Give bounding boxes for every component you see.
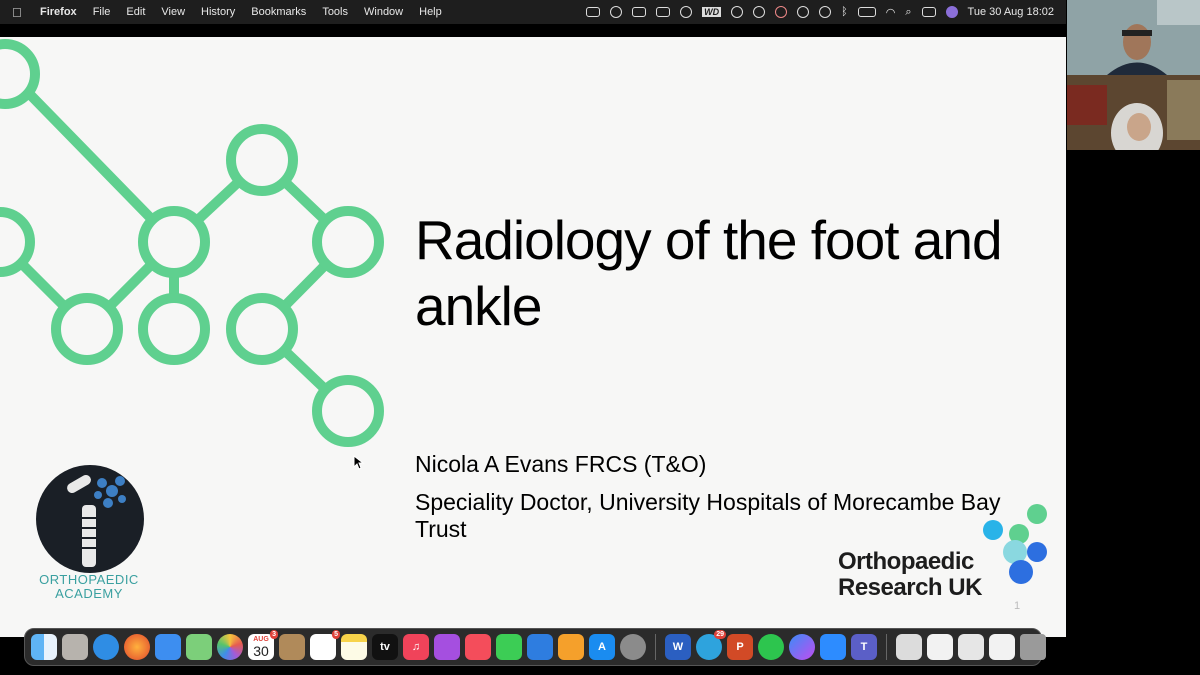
slide-author: Nicola A Evans FRCS (T&O) — [415, 451, 707, 477]
airdrop-icon[interactable] — [797, 6, 810, 18]
reminders-icon[interactable]: 5 — [310, 630, 340, 660]
menu-help[interactable]: Help — [411, 6, 450, 18]
music-icon[interactable]: ♫ — [403, 634, 429, 660]
network-node — [138, 206, 210, 278]
network-node — [51, 293, 123, 365]
dock-separator — [655, 634, 656, 660]
trash-icon[interactable] — [1020, 634, 1046, 660]
network-node — [312, 206, 384, 278]
spine-tree-icon — [67, 475, 126, 567]
menu-bar:  Firefox File Edit View History Bookmar… — [0, 0, 1066, 24]
teams-icon[interactable]: T — [851, 634, 877, 660]
menu-tools[interactable]: Tools — [314, 6, 356, 18]
participant-video-1[interactable] — [1067, 0, 1200, 75]
calendar-day: 30 — [253, 642, 269, 659]
sync-icon[interactable] — [731, 6, 744, 18]
network-node — [226, 293, 298, 365]
network-node — [226, 124, 298, 196]
academy-logo-text: ORTHOPAEDIC ACADEMY — [39, 572, 139, 601]
podcasts-icon[interactable] — [434, 634, 460, 660]
participant-avatar — [1067, 75, 1200, 150]
apple-menu-icon[interactable]:  — [12, 5, 32, 20]
molecule-network-graphic — [0, 39, 384, 447]
photos-icon[interactable] — [217, 634, 243, 660]
microphone-icon[interactable] — [610, 6, 623, 18]
messenger-icon[interactable] — [789, 634, 815, 660]
menu-window[interactable]: Window — [356, 6, 411, 18]
window-top-strip — [0, 24, 1066, 37]
bluetooth-icon[interactable]: ᛒ — [841, 6, 848, 18]
slide-title: Radiology of the foot and ankle — [415, 209, 1003, 337]
telegram-icon[interactable]: 29 — [696, 630, 726, 660]
play-icon[interactable] — [819, 6, 832, 18]
system-preferences-icon[interactable] — [620, 634, 646, 660]
slide-page-number: 1 — [1014, 600, 1021, 612]
presentation-slide: Radiology of the foot and ankle Nicola A… — [0, 37, 1066, 637]
checkmark-icon[interactable] — [680, 6, 693, 18]
document-stack-icon[interactable] — [989, 634, 1015, 660]
network-node — [0, 207, 35, 277]
document-stack-icon[interactable] — [927, 634, 953, 660]
oruk-logo-line2: Research UK — [838, 574, 982, 601]
calendar-icon[interactable]: AUG 30 3 — [248, 630, 278, 660]
menu-history[interactable]: History — [193, 6, 243, 18]
siri-icon[interactable] — [945, 6, 958, 18]
pages-icon[interactable] — [558, 634, 584, 660]
finder-icon[interactable] — [31, 634, 57, 660]
firefox-icon[interactable] — [124, 634, 150, 660]
powerpoint-icon[interactable]: P — [727, 634, 753, 660]
menu-view[interactable]: View — [153, 6, 193, 18]
screen-record-icon[interactable] — [632, 7, 647, 17]
participant-avatar — [1067, 0, 1200, 75]
menu-edit[interactable]: Edit — [118, 6, 153, 18]
network-node — [0, 39, 40, 109]
oruk-logo-text: Orthopaedic Research UK — [838, 549, 982, 601]
facetime-icon[interactable] — [496, 634, 522, 660]
telegram-badge: 29 — [714, 630, 726, 639]
reminders-badge: 5 — [332, 630, 340, 639]
control-center-icon[interactable] — [921, 7, 936, 17]
scanner-stack-icon[interactable] — [896, 634, 922, 660]
launchpad-icon[interactable] — [62, 634, 88, 660]
slide-affiliation: Speciality Doctor, University Hospitals … — [415, 489, 1001, 542]
network-node — [138, 293, 210, 365]
orthopaedic-academy-logo — [36, 465, 144, 573]
word-icon[interactable]: W — [665, 634, 691, 660]
network-node — [312, 375, 384, 447]
whatsapp-icon[interactable] — [758, 634, 784, 660]
maps-icon[interactable] — [186, 634, 212, 660]
oruk-logo-line1: Orthopaedic — [838, 548, 974, 575]
mouse-cursor-icon — [353, 455, 365, 470]
menu-bookmarks[interactable]: Bookmarks — [243, 6, 314, 18]
clock[interactable]: Tue 30 Aug 18:02 — [968, 6, 1054, 18]
safari-icon[interactable] — [93, 634, 119, 660]
camera-icon[interactable] — [656, 7, 671, 17]
news-icon[interactable] — [465, 634, 491, 660]
calendar-badge: 3 — [270, 630, 278, 639]
zoom-icon[interactable] — [820, 634, 846, 660]
apple-tv-icon[interactable]: tv — [372, 634, 398, 660]
participant-video-2[interactable] — [1067, 75, 1200, 150]
dock-separator — [886, 634, 887, 660]
battery-icon[interactable] — [857, 7, 876, 17]
menu-file[interactable]: File — [85, 6, 119, 18]
wd-drive-icon[interactable]: WD — [702, 7, 722, 17]
badge-app-icon[interactable] — [775, 6, 788, 18]
dock: AUG 30 3 5 tv ♫ A W 29 P T — [24, 628, 1046, 666]
menu-app-name[interactable]: Firefox — [32, 6, 85, 18]
record-icon[interactable] — [753, 6, 766, 18]
status-area: WD ᛒ ◠ ⌕ Tue 30 Aug 18:02 — [586, 6, 1066, 19]
wifi-icon[interactable]: ◠ — [886, 6, 896, 19]
mail-icon[interactable] — [155, 634, 181, 660]
document-stack-icon[interactable] — [958, 634, 984, 660]
search-icon[interactable]: ⌕ — [905, 6, 911, 19]
notes-icon[interactable] — [341, 634, 367, 660]
contacts-icon[interactable] — [279, 634, 305, 660]
upload-icon[interactable] — [586, 7, 601, 17]
oruk-logo-icon — [983, 504, 1047, 584]
keynote-icon[interactable] — [527, 634, 553, 660]
app-store-icon[interactable]: A — [589, 634, 615, 660]
